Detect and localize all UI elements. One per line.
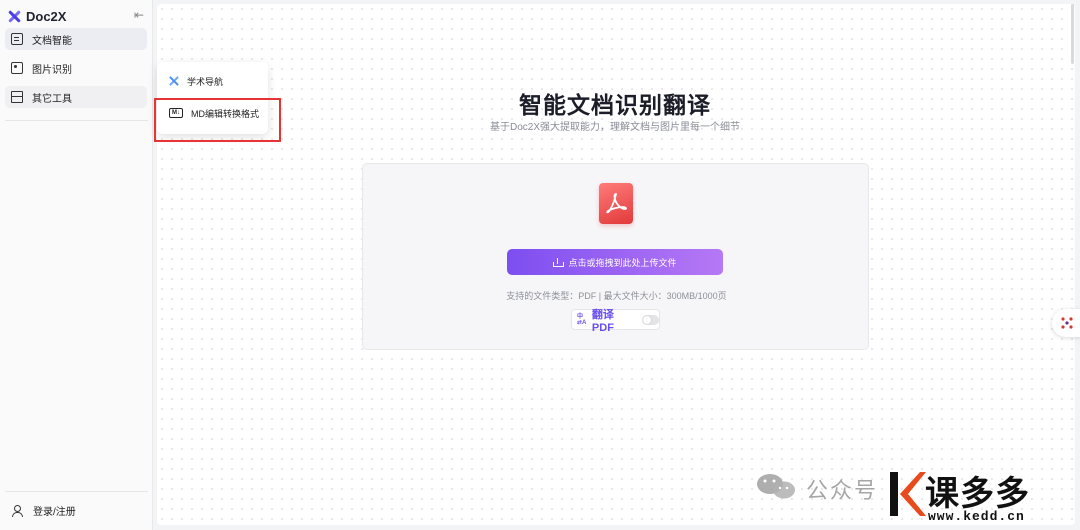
wechat-logo-icon <box>757 474 795 499</box>
login-label: 登录/注册 <box>33 507 76 518</box>
annotation-highlight-box <box>154 98 281 142</box>
sparkle-icon <box>169 76 179 86</box>
upload-file-button[interactable]: 点击或拖拽到此处上传文件 <box>507 249 723 275</box>
kedd-logo-icon <box>890 472 926 516</box>
page-subtitle: 基于Doc2X强大提取能力，理解文档与图片里每一个细节 <box>489 122 740 133</box>
sidebar-divider-bottom <box>5 491 148 492</box>
menu-item-academic-navigation[interactable]: 学术导航 <box>157 68 268 94</box>
doc2x-logo-icon <box>8 10 21 23</box>
sidebar-item-label: 文档智能 <box>32 35 72 47</box>
translate-label: 翻译 PDF <box>591 308 614 334</box>
translate-pdf-toggle[interactable]: 中 ⇄A 翻译 PDF <box>571 309 660 334</box>
page-title: 智能文档识别翻译 <box>519 92 711 118</box>
image-scan-icon <box>11 62 23 74</box>
login-register-link[interactable]: 登录/注册 <box>11 503 76 518</box>
sidebar-item-label: 图片识别 <box>32 64 72 76</box>
upload-requirements: 支持的文件类型：PDF | 最大文件大小：300MB/1000页 <box>506 291 727 301</box>
watermark-brand: 课多多 <box>925 475 1030 513</box>
toolbox-icon <box>11 91 23 103</box>
sidebar-item-image-recognition[interactable]: 图片识别 <box>5 57 147 79</box>
collapse-sidebar-icon[interactable]: ⇤ <box>132 8 146 22</box>
toggle-switch[interactable] <box>641 314 659 325</box>
sidebar-item-other-tools[interactable]: 其它工具 <box>5 86 147 108</box>
document-edit-icon <box>11 33 23 45</box>
sidebar: Doc2X ⇤ 文档智能 图片识别 其它工具 登录/注册 <box>0 0 153 530</box>
scrollbar[interactable] <box>1071 4 1074 64</box>
menu-item-label: 学术导航 <box>187 76 224 87</box>
translate-icon: 中 ⇄A <box>577 313 587 326</box>
watermark-url: www.kedd.cn <box>928 509 1025 524</box>
user-icon <box>11 504 23 517</box>
pdf-file-icon <box>599 183 633 224</box>
floating-assistant-button[interactable] <box>1052 309 1080 337</box>
watermark-wechat-text: 公众号 <box>806 478 879 503</box>
sidebar-divider <box>5 120 148 121</box>
sidebar-item-document-intelligence[interactable]: 文档智能 <box>5 28 147 50</box>
upload-button-label: 点击或拖拽到此处上传文件 <box>568 257 677 268</box>
brand-logo[interactable]: Doc2X <box>8 7 66 25</box>
upload-icon <box>553 257 565 267</box>
upload-dropzone[interactable]: 点击或拖拽到此处上传文件 支持的文件类型：PDF | 最大文件大小：300MB/… <box>362 163 869 350</box>
sidebar-item-label: 其它工具 <box>32 93 72 105</box>
brand-name: Doc2X <box>26 8 67 24</box>
assistant-dots-icon <box>1061 317 1073 329</box>
